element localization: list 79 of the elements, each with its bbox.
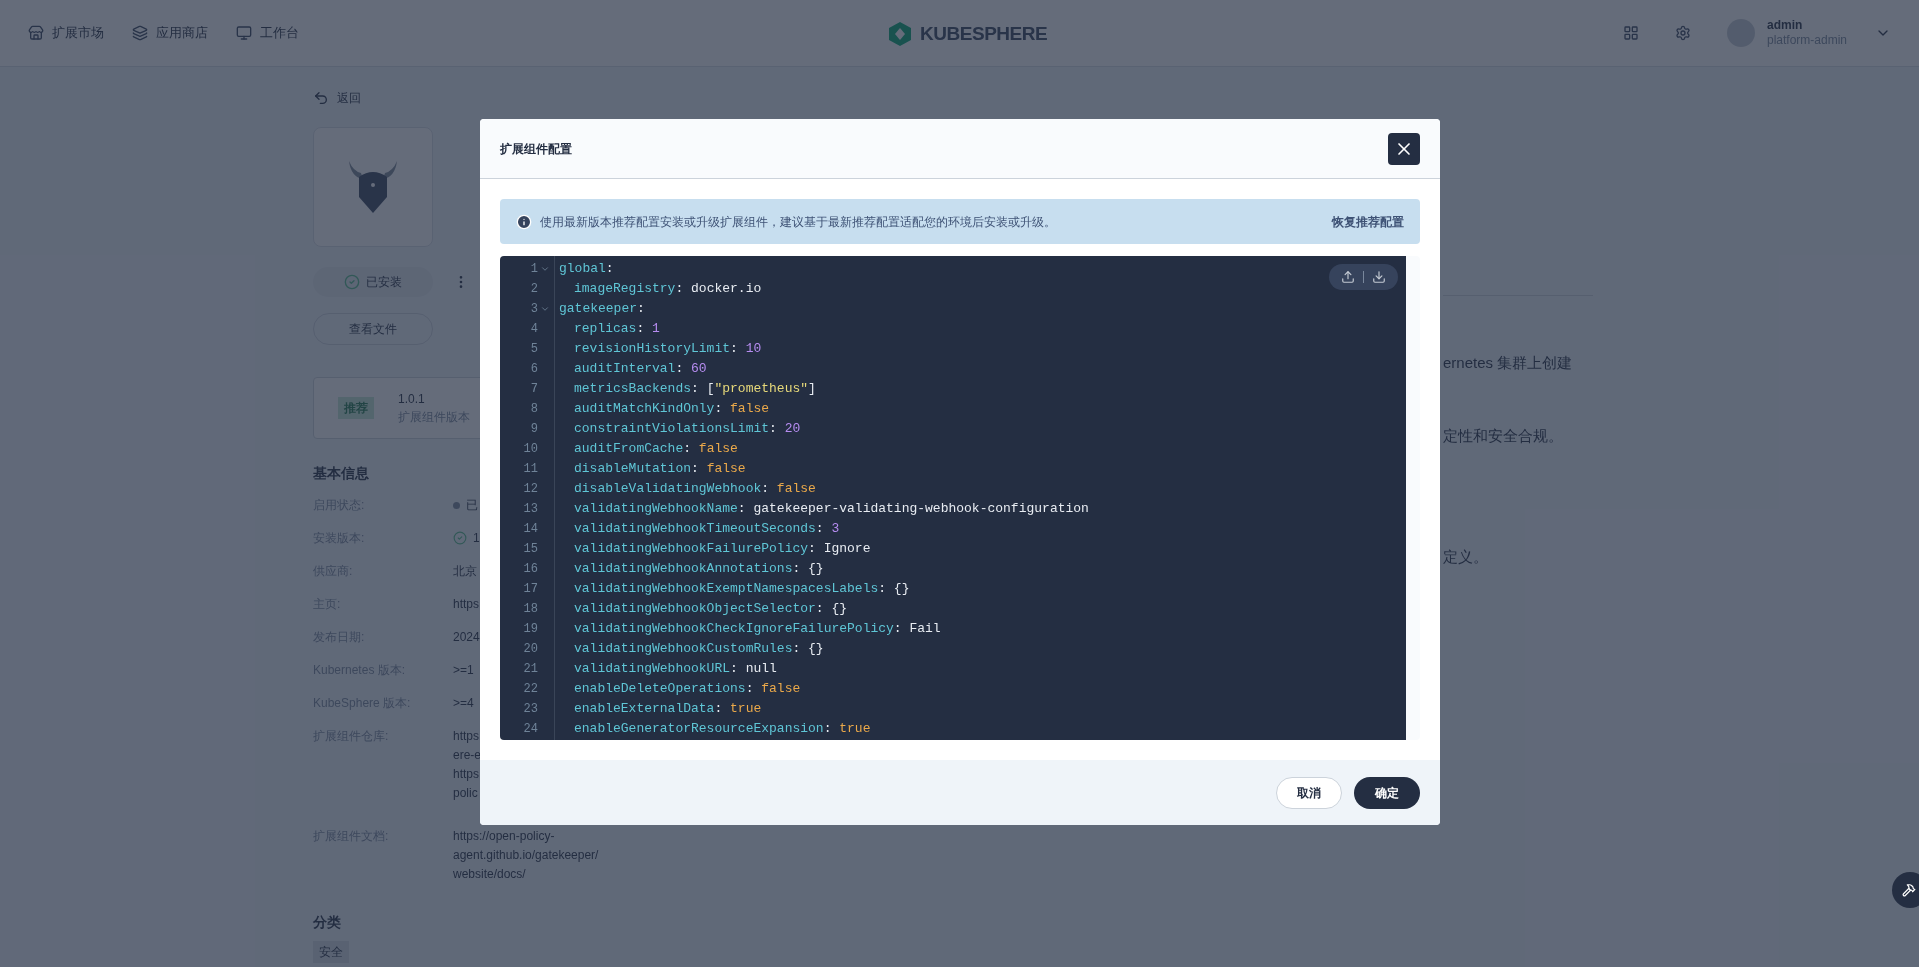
code-line: gatekeeper: bbox=[559, 300, 645, 318]
line-number: 13 bbox=[523, 501, 538, 518]
notice-text: 使用最新版本推荐配置安装或升级扩展组件，建议基于最新推荐配置适配您的环境后安装或升级。 bbox=[540, 213, 1056, 231]
line-number: 9 bbox=[530, 421, 538, 438]
info-value: https bbox=[453, 596, 479, 613]
code-line: disableMutation: false bbox=[574, 460, 746, 478]
code-line: revisionHistoryLimit: 10 bbox=[574, 340, 762, 358]
hammer-icon bbox=[1902, 883, 1916, 897]
line-number: 8 bbox=[530, 401, 538, 418]
info-value: website/docs/ bbox=[453, 866, 527, 883]
line-number: 7 bbox=[530, 381, 538, 398]
code-line: validatingWebhookName: gatekeeper-validating-webhook-configuration bbox=[574, 500, 1089, 518]
line-number: 1 bbox=[530, 261, 538, 278]
info-value: https bbox=[453, 728, 480, 745]
info-value: agent.github.io/gatekeeper/ bbox=[453, 847, 599, 864]
info-value: >=4 bbox=[453, 695, 474, 712]
line-number: 14 bbox=[523, 521, 538, 538]
line-number: 23 bbox=[523, 701, 538, 718]
code-line: enableDeleteOperations: false bbox=[574, 680, 801, 698]
line-number: 5 bbox=[530, 341, 538, 358]
code-line: validatingWebhookURL: null bbox=[574, 660, 777, 678]
code-line: validatingWebhookAnnotations: {} bbox=[574, 560, 824, 578]
line-number: 3 bbox=[530, 301, 538, 318]
code-line: validatingWebhookCheckIgnoreFailurePolicy: Fail bbox=[574, 620, 941, 638]
line-number: 6 bbox=[530, 361, 538, 378]
code-line: auditInterval: 60 bbox=[574, 360, 707, 378]
line-number: 10 bbox=[523, 441, 538, 458]
code-line: auditFromCache: false bbox=[574, 440, 738, 458]
description-text: ernetes 集群上创建 bbox=[1443, 353, 1574, 373]
info-value: ere-e bbox=[453, 747, 481, 764]
code-line: replicas: 1 bbox=[574, 320, 660, 338]
code-line: validatingWebhookExemptNamespacesLabels: {} bbox=[574, 580, 910, 598]
line-number: 11 bbox=[523, 461, 538, 478]
line-number: 24 bbox=[523, 721, 538, 738]
code-line: global: bbox=[559, 260, 614, 278]
user-name: admin bbox=[1766, 18, 1804, 33]
description-text: 定性和安全合规。 bbox=[1443, 425, 1564, 446]
code-line: metricsBackends: ["prometheus"] bbox=[574, 380, 816, 398]
code-line: constraintViolationsLimit: 20 bbox=[574, 420, 801, 438]
info-value: 1 bbox=[473, 530, 480, 547]
modal-title: 扩展组件配置 bbox=[500, 140, 572, 158]
line-number: 21 bbox=[523, 661, 538, 678]
line-number: 16 bbox=[523, 561, 538, 578]
code-line: validatingWebhookObjectSelector: {} bbox=[574, 600, 848, 618]
line-number: 2 bbox=[530, 281, 538, 298]
info-value: https://open-policy- bbox=[453, 828, 556, 845]
code-line: validatingWebhookTimeoutSeconds: 3 bbox=[574, 520, 840, 538]
version-number: 1.0.1 bbox=[398, 391, 426, 408]
line-number: 4 bbox=[530, 321, 538, 338]
code-line: auditMatchKindOnly: false bbox=[574, 400, 770, 418]
info-value: https bbox=[453, 766, 480, 783]
code-line: validatingWebhookCustomRules: {} bbox=[574, 640, 824, 658]
code-line: disableValidatingWebhook: false bbox=[574, 480, 816, 498]
line-number: 19 bbox=[523, 621, 538, 638]
download-icon[interactable] bbox=[1372, 270, 1386, 284]
line-number: 22 bbox=[523, 681, 538, 698]
code-line: enableGeneratorResourceExpansion: true bbox=[574, 720, 871, 738]
description-text: 定义。 bbox=[1443, 547, 1489, 567]
info-value: 2024 bbox=[453, 629, 480, 646]
section-title: 分类 bbox=[313, 913, 341, 932]
confirm-button[interactable]: 确定 bbox=[1354, 776, 1420, 809]
cancel-button[interactable]: 取消 bbox=[1276, 776, 1342, 809]
code-line: validatingWebhookFailurePolicy: Ignore bbox=[574, 540, 871, 558]
line-number: 17 bbox=[523, 581, 538, 598]
logo-text: KUBESPHERE bbox=[920, 22, 1048, 46]
close-button[interactable] bbox=[1388, 132, 1420, 165]
info-icon bbox=[516, 213, 532, 230]
code-editor[interactable] bbox=[500, 256, 1420, 740]
info-value: polic bbox=[453, 785, 479, 802]
line-number: 20 bbox=[523, 641, 538, 658]
info-value: >=1 bbox=[453, 662, 474, 679]
line-number: 12 bbox=[523, 481, 538, 498]
code-line: imageRegistry: docker.io bbox=[574, 280, 762, 298]
line-number: 18 bbox=[523, 601, 538, 618]
section-title: 基本信息 bbox=[313, 464, 369, 483]
upload-icon[interactable] bbox=[1341, 270, 1355, 284]
line-number: 15 bbox=[523, 541, 538, 558]
restore-link[interactable]: 恢复推荐配置 bbox=[1332, 212, 1404, 231]
code-line: enableExternalData: true bbox=[574, 700, 762, 718]
